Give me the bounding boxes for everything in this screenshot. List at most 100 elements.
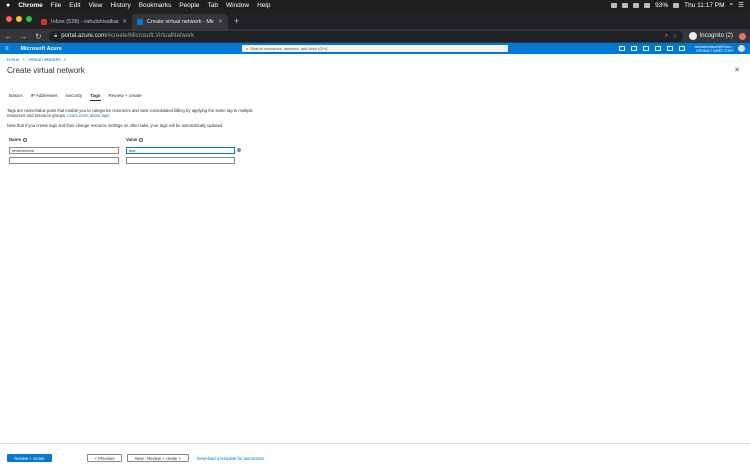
menu-help[interactable]: Help — [257, 2, 270, 9]
azure-icon — [137, 18, 143, 25]
row-actions: ... — [237, 147, 246, 152]
bookmark-star-icon[interactable]: ☆ — [672, 33, 677, 40]
status-icon[interactable] — [611, 2, 618, 8]
tab-basics[interactable]: Basics — [9, 93, 23, 101]
new-tab-button[interactable]: + — [228, 16, 245, 29]
wizard-tabs: Basics IP Addresses Security Tags Review… — [9, 93, 142, 101]
breadcrumb-virtual-networks[interactable]: Virtual networks — [28, 57, 61, 62]
macos-menu-bar: ● Chrome File Edit View History Bookmark… — [0, 0, 750, 10]
status-icon[interactable] — [622, 2, 629, 8]
tags-note: Note that if you create tags and then ch… — [7, 123, 224, 128]
help-icon[interactable] — [666, 46, 673, 51]
global-search-input[interactable]: ⌕ Search resources, services, and docs (… — [242, 45, 508, 52]
zoom-window-button[interactable] — [26, 16, 32, 22]
back-icon[interactable]: ← — [4, 32, 13, 41]
url-path: /#create/Microsoft.VirtualNetwork — [105, 33, 195, 39]
breadcrumb-separator: > — [22, 57, 25, 62]
battery-percent[interactable]: 93% — [655, 2, 668, 9]
menu-list-icon[interactable]: ☰ — [738, 1, 744, 9]
search-icon[interactable]: ⌕ — [730, 1, 734, 9]
incognito-label: Incognito (2) — [699, 33, 733, 39]
status-icon[interactable] — [633, 2, 640, 8]
more-options-icon[interactable]: ... — [243, 147, 246, 152]
info-icon[interactable] — [139, 137, 144, 142]
header-icons — [618, 46, 685, 51]
clock[interactable]: Thu 11:17 PM — [684, 2, 724, 9]
battery-icon[interactable] — [673, 2, 680, 8]
apple-menu-icon[interactable]: ● — [6, 2, 10, 9]
gmail-icon — [41, 18, 47, 25]
tag-name-input[interactable]: environment — [9, 147, 119, 154]
menu-bookmarks[interactable]: Bookmarks — [139, 2, 172, 9]
menu-tab[interactable]: Tab — [207, 2, 217, 9]
tags-description: Tags are name/value pairs that enable yo… — [7, 108, 267, 119]
portal-menu-icon[interactable]: ≡ — [5, 46, 9, 52]
zoom-icon[interactable]: ⌕ — [665, 33, 668, 40]
breadcrumb: Home > Virtual networks > — [7, 57, 66, 62]
cloud-shell-icon[interactable] — [618, 46, 625, 51]
next-button[interactable]: Next : Review + create > — [127, 454, 189, 462]
wizard-footer: Review + create < Previous Next : Review… — [0, 443, 750, 468]
close-icon[interactable]: ✕ — [734, 66, 740, 74]
page-title: Create virtual network — [7, 66, 85, 75]
tab-tags[interactable]: Tags — [90, 93, 101, 101]
forward-icon[interactable]: → — [19, 32, 28, 41]
incognito-indicator[interactable]: Incognito (2) — [688, 32, 733, 40]
menu-file[interactable]: File — [51, 2, 61, 9]
browser-toolbar: ← → ↻ 🔒︎ portal.azure.com/#create/Micros… — [0, 29, 750, 43]
lock-icon[interactable]: 🔒︎ — [54, 33, 57, 40]
menu-view[interactable]: View — [88, 2, 102, 9]
tab-title: Create virtual network - Micro... — [147, 18, 214, 25]
learn-more-link[interactable]: Learn more about tags — [67, 113, 109, 118]
close-tab-icon[interactable]: ✕ — [122, 18, 127, 25]
delete-icon[interactable] — [237, 147, 241, 152]
azure-brand[interactable]: Microsoft Azure — [21, 46, 62, 52]
name-header-label: Name — [9, 137, 21, 142]
browser-tab-inbox[interactable]: Inbox (528) - rahulshivalkar9@... ✕ — [36, 14, 132, 29]
menu-edit[interactable]: Edit — [69, 2, 80, 9]
colon-separator: : — [121, 158, 123, 163]
info-icon[interactable] — [22, 137, 27, 142]
close-tab-icon[interactable]: ✕ — [218, 18, 223, 25]
tag-name-input[interactable] — [9, 157, 119, 164]
status-area: 93% Thu 11:17 PM ⌕ ☰ — [611, 1, 744, 9]
incognito-icon — [688, 32, 697, 40]
menu-chrome[interactable]: Chrome — [18, 2, 43, 9]
feedback-icon[interactable] — [678, 46, 685, 51]
name-column-header: Name — [9, 137, 27, 142]
account-name: rahulshivalkar9@Outlo... — [694, 44, 734, 49]
menu-window[interactable]: Window — [226, 2, 249, 9]
avatar[interactable] — [738, 45, 745, 52]
azure-top-bar: ≡ Microsoft Azure ⌕ Search resources, se… — [0, 43, 750, 54]
account-info[interactable]: rahulshivalkar9@Outlo... DEFAULT DIRECTO… — [695, 45, 734, 53]
settings-icon[interactable] — [654, 46, 661, 51]
profile-icon[interactable] — [739, 32, 746, 40]
value-column-header: Value — [126, 137, 144, 142]
browser-tab-create-vnet[interactable]: Create virtual network - Micro... ✕ — [132, 14, 228, 29]
directory-filter-icon[interactable] — [630, 46, 637, 51]
search-icon: ⌕ — [246, 46, 249, 51]
review-create-button[interactable]: Review + create — [7, 454, 52, 462]
tag-value-input[interactable]: test — [126, 147, 235, 154]
tab-review-create[interactable]: Review + create — [109, 93, 142, 101]
notifications-icon[interactable] — [642, 46, 649, 51]
menu-people[interactable]: People — [179, 2, 199, 9]
tag-value-input[interactable] — [126, 157, 235, 164]
url-text[interactable]: portal.azure.com/#create/Microsoft.Virtu… — [61, 33, 194, 39]
address-bar[interactable]: 🔒︎ portal.azure.com/#create/Microsoft.Vi… — [49, 30, 683, 42]
download-template-link[interactable]: Download a template for automation — [197, 456, 264, 461]
close-window-button[interactable] — [6, 16, 12, 22]
reload-icon[interactable]: ↻ — [34, 32, 43, 41]
window-controls — [6, 16, 32, 22]
tab-ip-addresses[interactable]: IP Addresses — [31, 93, 58, 101]
previous-button[interactable]: < Previous — [87, 454, 122, 462]
tab-security[interactable]: Security — [66, 93, 83, 101]
breadcrumb-separator: > — [63, 57, 67, 62]
wifi-icon[interactable] — [644, 2, 651, 8]
menu-history[interactable]: History — [110, 2, 130, 9]
search-placeholder: Search resources, services, and docs (G+… — [250, 46, 328, 51]
blade-content: Home > Virtual networks > Create virtual… — [0, 54, 750, 458]
minimize-window-button[interactable] — [16, 16, 22, 22]
url-host: portal.azure.com — [61, 33, 106, 39]
breadcrumb-home[interactable]: Home — [7, 57, 19, 62]
